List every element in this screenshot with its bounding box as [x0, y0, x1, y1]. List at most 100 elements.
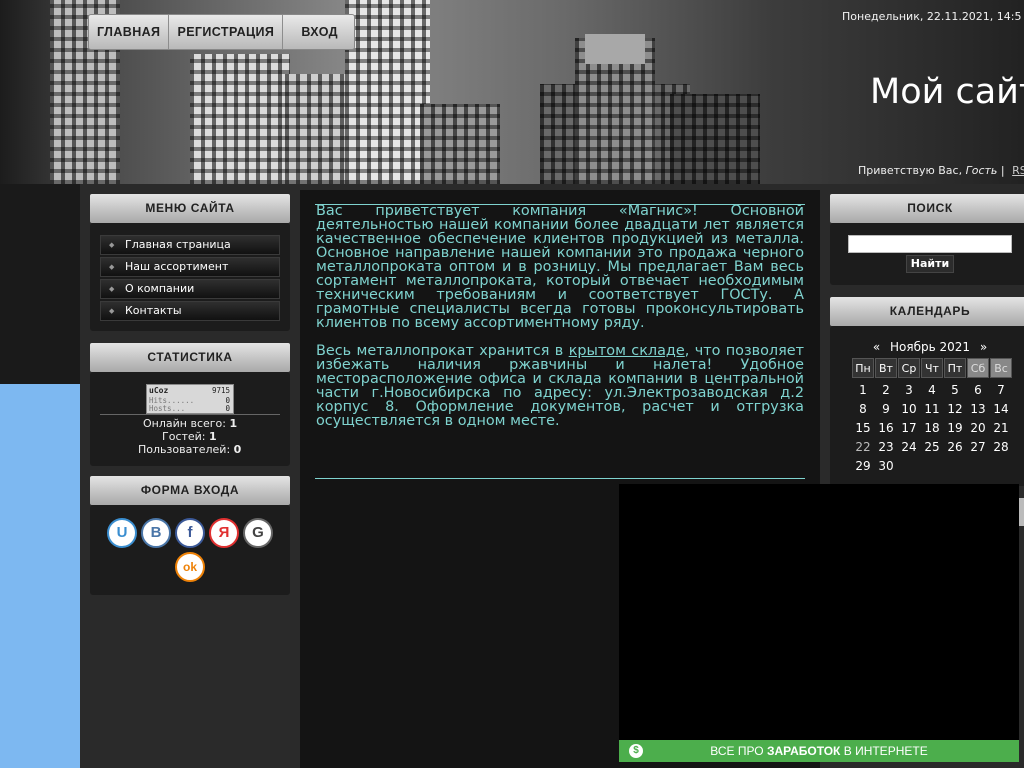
counter-total: 9715	[211, 386, 230, 395]
ad-side-tab	[1019, 498, 1024, 526]
calendar-day[interactable]: 5	[944, 380, 966, 400]
search-input[interactable]	[848, 235, 1012, 253]
calendar-dayname: Пн	[852, 358, 874, 378]
greeting-separator: |	[1000, 164, 1005, 177]
stats-divider	[100, 414, 280, 415]
calendar-day[interactable]: 16	[875, 418, 897, 438]
calendar-dayname: Вс	[990, 358, 1012, 378]
nav-home-link[interactable]: ГЛАВНАЯ	[89, 15, 170, 49]
counter-hosts-value: 0	[225, 404, 230, 413]
calendar-day[interactable]: 11	[921, 399, 943, 419]
menu-item-home[interactable]: Главная страница	[100, 235, 280, 255]
odnoklassniki-icon[interactable]: ok	[175, 552, 205, 582]
counter-hosts-label: Hosts...	[149, 404, 186, 413]
yandex-icon[interactable]: Я	[209, 518, 239, 548]
calendar-dayname: Чт	[921, 358, 943, 378]
menu-block-title: МЕНЮ САЙТА	[90, 194, 290, 223]
dollar-icon: $	[629, 744, 643, 758]
stat-users-value: 0	[233, 443, 242, 456]
menu-item-contacts[interactable]: Контакты	[100, 301, 280, 321]
calendar-day[interactable]: 14	[990, 399, 1012, 419]
calendar-day[interactable]: 20	[967, 418, 989, 438]
calendar-day-today[interactable]: 22	[852, 437, 874, 457]
content-paragraph-2: Весь металлопрокат хранится в крытом скл…	[316, 344, 804, 428]
calendar-next-button[interactable]: »	[980, 340, 987, 354]
ad-text-bold: ЗАРАБОТОК	[766, 744, 841, 758]
menu-item-about[interactable]: О компании	[100, 279, 280, 299]
calendar-day[interactable]: 28	[990, 437, 1012, 457]
calendar-day[interactable]: 10	[898, 399, 920, 419]
calendar-day[interactable]: 27	[967, 437, 989, 457]
menu-item-assortment[interactable]: Наш ассортимент	[100, 257, 280, 277]
calendar-day[interactable]: 6	[967, 380, 989, 400]
calendar-day[interactable]: 26	[944, 437, 966, 457]
page-background-blue	[0, 384, 80, 768]
counter-brand: uCoz	[149, 386, 169, 395]
content-bottom-rule	[315, 478, 805, 479]
calendar-month: Ноябрь 2021	[889, 340, 971, 354]
stat-guests: Гостей: 1	[162, 430, 217, 443]
calendar-dayname: Ср	[898, 358, 920, 378]
stat-users-label: Пользователей:	[138, 443, 231, 456]
header-building	[190, 54, 290, 184]
calendar-block-title: КАЛЕНДАРЬ	[830, 297, 1024, 326]
ucoz-counter[interactable]: uCoz 9715 Hits...... 0 Hosts... 0	[146, 384, 234, 414]
content-paragraph-1: Вас приветствует компания «Магнис»! Осно…	[316, 203, 804, 331]
header-building	[420, 104, 500, 184]
header-tower-top	[585, 34, 645, 64]
header-building	[345, 0, 430, 184]
calendar-day[interactable]: 18	[921, 418, 943, 438]
calendar-dayname: Вт	[875, 358, 897, 378]
calendar-dayname: Пт	[944, 358, 966, 378]
calendar-header: « Ноябрь 2021 »	[850, 340, 1010, 354]
calendar-day[interactable]: 24	[898, 437, 920, 457]
calendar-day[interactable]: 8	[852, 399, 874, 419]
facebook-icon[interactable]: f	[175, 518, 205, 548]
ad-text-start: ВСЕ ПРО	[710, 744, 767, 758]
calendar-dayname: Сб	[967, 358, 989, 378]
stat-online-value: 1	[229, 417, 238, 430]
calendar-day[interactable]: 19	[944, 418, 966, 438]
calendar-day[interactable]: 9	[875, 399, 897, 419]
stats-block-title: СТАТИСТИКА	[90, 343, 290, 372]
left-background	[0, 184, 80, 384]
calendar-day[interactable]: 23	[875, 437, 897, 457]
calendar-prev-button[interactable]: «	[873, 340, 880, 354]
rss-link[interactable]: RS	[1012, 164, 1024, 177]
calendar-day[interactable]: 29	[852, 456, 874, 476]
search-block	[830, 223, 1024, 285]
calendar-day[interactable]: 30	[875, 456, 897, 476]
calendar-day[interactable]: 15	[852, 418, 874, 438]
google-icon[interactable]: G	[243, 518, 273, 548]
stat-online-label: Онлайн всего:	[143, 417, 226, 430]
stat-guests-value: 1	[209, 430, 217, 443]
calendar-day[interactable]: 4	[921, 380, 943, 400]
greeting: Приветствую Вас, Гость | RS	[858, 164, 1024, 177]
vk-icon[interactable]: B	[141, 518, 171, 548]
calendar-day[interactable]: 7	[990, 380, 1012, 400]
header-building	[670, 94, 760, 184]
main-content: Вас приветствует компания «Магнис»! Осно…	[316, 204, 804, 442]
calendar-day[interactable]: 3	[898, 380, 920, 400]
ad-caption-bar[interactable]: $ ВСЕ ПРО ЗАРАБОТОК В ИНТЕРНЕТЕ	[619, 740, 1019, 762]
nav-login-link[interactable]: ВХОД	[283, 15, 354, 49]
calendar-day[interactable]: 13	[967, 399, 989, 419]
top-navigation: ГЛАВНАЯ РЕГИСТРАЦИЯ ВХОД	[88, 14, 355, 50]
stat-guests-label: Гостей:	[162, 430, 206, 443]
greeting-user: Гость	[965, 164, 998, 177]
greeting-prefix: Приветствую Вас,	[858, 164, 963, 177]
calendar-day[interactable]: 2	[875, 380, 897, 400]
ucoz-icon[interactable]: U	[107, 518, 137, 548]
search-block-title: ПОИСК	[830, 194, 1024, 223]
search-button[interactable]: Найти	[906, 255, 954, 273]
ad-text-end: В ИНТЕРНЕТЕ	[840, 744, 928, 758]
stat-online: Онлайн всего: 1	[143, 417, 237, 430]
stat-users: Пользователей: 0	[138, 443, 241, 456]
calendar-day[interactable]: 21	[990, 418, 1012, 438]
calendar-day[interactable]: 12	[944, 399, 966, 419]
calendar-day[interactable]: 25	[921, 437, 943, 457]
calendar-day[interactable]: 1	[852, 380, 874, 400]
nav-register-link[interactable]: РЕГИСТРАЦИЯ	[169, 15, 284, 49]
calendar-day[interactable]: 17	[898, 418, 920, 438]
ad-banner[interactable]	[619, 484, 1019, 740]
